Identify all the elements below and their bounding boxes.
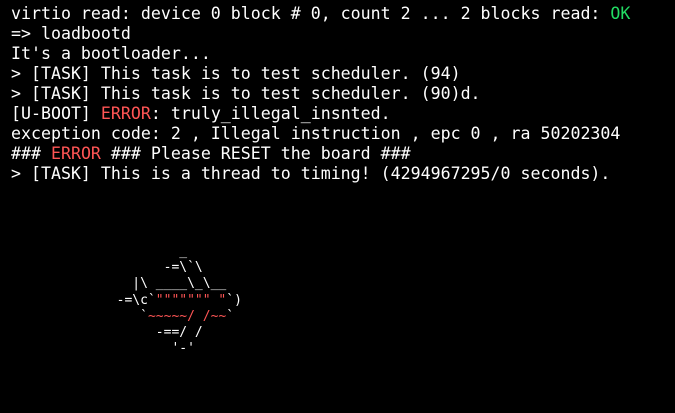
terminal-text: ` <box>226 308 235 324</box>
terminal-line: virtio read: device 0 block # 0, count 2… <box>11 4 675 24</box>
terminal-text: ### <box>11 144 51 163</box>
terminal-text: '-' <box>101 341 195 357</box>
terminal-text: ` <box>101 308 148 324</box>
terminal-output: virtio read: device 0 block # 0, count 2… <box>11 4 675 184</box>
terminal-line: => loadbootd <box>11 24 675 44</box>
ascii-art-line: `~~~~~/ /~~` <box>101 309 675 325</box>
terminal-text: _ <box>101 244 188 259</box>
error-text: ERROR <box>100 104 151 123</box>
status-ok-text: OK <box>610 4 631 23</box>
terminal-text: [U-BOOT] <box>11 104 101 123</box>
terminal-line: > [TASK] This task is to test scheduler.… <box>11 84 675 104</box>
terminal-text: => loadbootd <box>11 24 131 43</box>
ascii-art-line: |\ ____\_\__ <box>101 276 675 292</box>
terminal-text: -==/ / <box>101 324 203 340</box>
ascii-art-line: _ <box>101 244 675 260</box>
ascii-art: _ -=\`\ |\ ____\_\__ -=\c`""""""" "`) `~… <box>101 244 675 357</box>
terminal-text: : truly_illegal_insnted. <box>150 104 391 123</box>
terminal-text: |\ ____\_\__ <box>101 276 227 292</box>
terminal-text: > [TASK] This is a thread to timing! (42… <box>11 164 611 183</box>
terminal-text: > [TASK] This task is to test scheduler.… <box>11 64 461 83</box>
ascii-art-line: -=\`\ <box>101 260 675 276</box>
terminal-text: exception code: 2 , Illegal instruction … <box>11 124 621 143</box>
error-text: ~~~~~/ /~~ <box>147 308 227 324</box>
terminal-text: > [TASK] This task is to test scheduler.… <box>11 84 481 103</box>
terminal-line: > [TASK] This task is to test scheduler.… <box>11 64 675 84</box>
terminal-text: It's a bootloader... <box>11 44 211 63</box>
terminal-text: virtio read: device 0 block # 0, count 2… <box>11 4 611 23</box>
terminal-text: `) <box>226 292 242 308</box>
error-text: """"""" " <box>155 292 227 308</box>
terminal-line: [U-BOOT] ERROR: truly_illegal_insnted. <box>11 104 675 124</box>
ascii-art-line: -==/ / <box>101 325 675 341</box>
terminal-line: exception code: 2 , Illegal instruction … <box>11 124 675 144</box>
ascii-art-line: '-' <box>101 341 675 357</box>
terminal-text: -=\c` <box>101 292 156 308</box>
error-text: ERROR <box>50 144 101 163</box>
terminal-text: ### Please RESET the board ### <box>100 144 411 163</box>
terminal-line: ### ERROR ### Please RESET the board ### <box>11 144 675 164</box>
terminal-line: It's a bootloader... <box>11 44 675 64</box>
terminal-text: -=\`\ <box>101 260 203 276</box>
terminal-line: > [TASK] This is a thread to timing! (42… <box>11 164 675 184</box>
terminal-window[interactable]: virtio read: device 0 block # 0, count 2… <box>0 0 675 413</box>
ascii-art-line: -=\c`""""""" "`) <box>101 293 675 309</box>
